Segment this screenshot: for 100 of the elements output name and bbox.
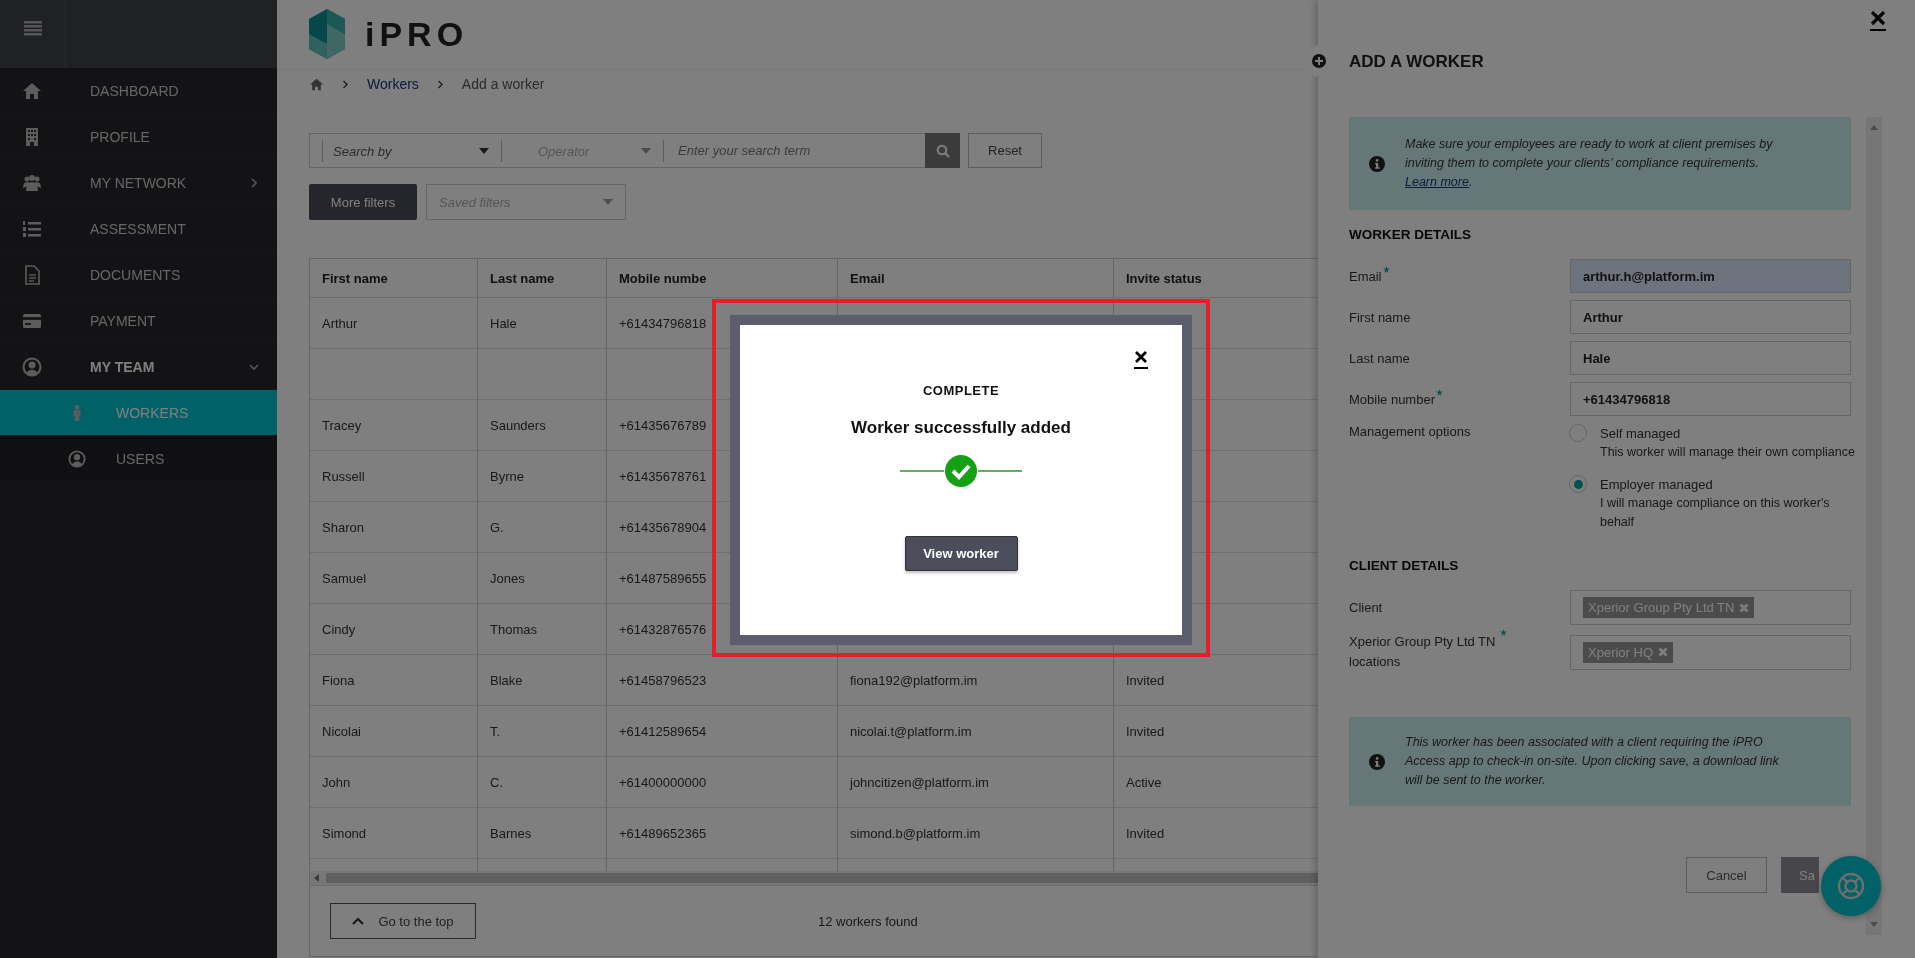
chevron-right-icon [249,177,259,188]
field-label: Last name [1349,350,1410,366]
reset-button[interactable]: Reset [968,133,1042,168]
notice-text: This worker has been associated with a client requiring the iPRO Access app to check-in on-site. Upon clicking save, a download link will be sent to the worker. [1405,734,1780,789]
success-message: Worker successfully added [851,418,1071,438]
table-cell: +61489652365 [606,807,838,859]
scroll-left-icon [314,874,320,882]
nav-item[interactable]: PAYMENT [0,298,277,344]
table-cell: Samuel [310,552,478,604]
caret-down-icon [479,148,489,154]
user-circle-icon [22,356,42,377]
info-icon [1369,155,1385,172]
document-icon [22,264,42,285]
caret-down-icon [641,148,651,154]
input-field[interactable]: +61434796818 [1570,382,1851,416]
nav-item[interactable]: MY NETWORK [0,160,277,206]
logo-text: iPRO [365,14,469,54]
column-header: Email [837,259,1114,298]
more-filters-button[interactable]: More filters [309,184,417,220]
table-cell: John [310,756,478,808]
caret-down-icon [603,199,613,205]
info-text: Make sure your employees are ready to work at client premises by inviting them to complete your clients’ compliance requirements. Learn more. [1405,136,1774,191]
scroll-up-icon [1870,125,1878,130]
view-worker-button[interactable]: View worker [904,536,1018,571]
nav-item[interactable]: PROFILE [0,114,277,160]
table-cell: nicolai.t@platform.im [837,705,1114,757]
table-cell: Hale [477,297,607,349]
chevron-right-icon [342,79,349,89]
input-field[interactable]: arthur.h@platform.im [1570,259,1851,293]
lifebuoy-icon [1836,871,1866,901]
table-cell: Jones [477,552,607,604]
input-field[interactable]: Arthur [1570,300,1851,334]
table-cell: Byrne [477,450,607,502]
close-button[interactable] [1134,351,1148,369]
nav-item[interactable]: DOCUMENTS [0,252,277,298]
field-label: Email [1349,268,1382,284]
scrollbar-thumb[interactable] [326,873,1318,883]
table-cell: Simond [310,807,478,859]
search-button[interactable] [925,133,960,168]
status-label: COMPLETE [922,383,1000,398]
table-cell: +61458796523 [606,654,838,706]
table-cell: Sharon [310,501,478,553]
remove-icon [1658,647,1669,657]
field-label: Xperior Group Pty Ltd TN locations [1349,633,1497,671]
cancel-button[interactable]: Cancel [1686,857,1767,893]
table-cell: fiona192@platform.im [837,654,1114,706]
table-cell: Tracey [310,399,478,451]
table-cell: Cindy [310,603,478,655]
close-icon [1870,11,1886,31]
required-icon [1500,629,1507,636]
option-label: Employer managed [1600,476,1714,494]
table-cell: johncitizen@platform.im [837,756,1114,808]
table-cell: Barnes [477,807,607,859]
radio-button[interactable] [1569,475,1587,493]
table-cell: Blake [477,654,607,706]
nav-subitem[interactable]: WORKERS [0,390,277,436]
search-icon [935,143,950,158]
breadcrumb-current: Add a worker [461,76,545,92]
field-label: Management options [1349,424,1471,439]
option-description: This worker will manage their own compliance [1600,444,1856,461]
scroll-down-icon [1870,922,1878,927]
section-heading: WORKER DETAILS [1349,227,1472,242]
field-label: Client [1349,598,1384,617]
chevron-right-icon [436,79,444,89]
table-cell: Fiona [310,654,478,706]
column-header: First name [310,259,478,298]
field-label: Mobile number [1349,391,1435,407]
people-icon [22,172,42,193]
chevron-down-icon [249,361,259,372]
chevron-up-icon [352,917,365,925]
help-button[interactable] [1821,856,1881,916]
search-by-dropdown[interactable]: Search by [322,140,502,162]
close-icon [1134,351,1148,369]
nav-item[interactable]: ASSESSMENT [0,206,277,252]
table-cell: C. [477,756,607,808]
breadcrumb-link[interactable]: Workers [367,76,419,92]
table-cell: Nicolai [310,705,478,757]
table-cell: Arthur [310,297,478,349]
panel-title: ADD A WORKER [1349,52,1484,72]
menu-icon[interactable] [23,20,42,36]
home-icon [22,80,42,101]
remove-icon [1739,602,1750,613]
input-field[interactable]: Hale [1570,341,1851,375]
numbered-list-icon [22,218,42,239]
table-cell: Russell [310,450,478,502]
section-heading: CLIENT DETAILS [1349,558,1460,573]
table-cell: G. [477,501,607,553]
required-icon [1382,265,1390,273]
logo-icon [309,9,345,59]
go-to-top-button[interactable]: Go to the top [330,903,476,939]
user-circle-icon [68,449,86,468]
horizontal-scrollbar[interactable] [310,871,1318,885]
nav-item[interactable]: DASHBOARD [0,68,277,114]
vertical-scrollbar[interactable] [1866,117,1882,935]
info-icon [1369,753,1385,770]
plus-circle-icon [1312,54,1326,68]
learn-more-link[interactable]: Learn more [1405,175,1469,189]
column-header: Mobile numbe [606,259,838,298]
home-icon[interactable] [309,77,324,91]
table-cell: simond.b@platform.im [837,807,1114,859]
